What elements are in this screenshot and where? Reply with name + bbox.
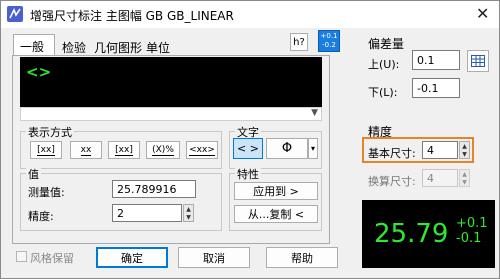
ok-button[interactable]: 确定 bbox=[96, 247, 168, 268]
tab-units[interactable]: 单位 bbox=[140, 36, 176, 56]
preview-upper: +0.1 bbox=[456, 216, 488, 231]
measured-value-field[interactable]: 25.789916 bbox=[112, 180, 196, 198]
cancel-button[interactable]: 取消 bbox=[178, 247, 250, 268]
precision-spinner[interactable]: ▲ ▼ bbox=[183, 204, 194, 222]
window-title: 增强尺寸标注 主图幅 GB GB_LINEAR bbox=[30, 9, 234, 23]
properties-group-title: 特性 bbox=[235, 166, 261, 182]
tolerance-top-label: +0.1 bbox=[320, 32, 338, 40]
tab-geometry[interactable]: 几何图形 bbox=[88, 36, 148, 56]
format-percent-button[interactable]: (X)% bbox=[146, 141, 180, 159]
help-button[interactable]: 帮助 bbox=[266, 247, 338, 268]
format-box-button[interactable]: [xx] bbox=[108, 141, 140, 159]
alt-size-label: 换算尺寸: bbox=[368, 175, 416, 188]
close-icon[interactable]: ✕ bbox=[476, 4, 489, 23]
lower-label: 下(L): bbox=[368, 86, 398, 99]
preview-glyph: <> bbox=[26, 63, 52, 81]
upper-deviation-field[interactable]: 0.1 bbox=[412, 50, 460, 70]
basic-size-field[interactable]: 4 bbox=[422, 141, 458, 159]
app-icon bbox=[7, 6, 23, 22]
style-keep-label: 风格保留 bbox=[30, 252, 74, 265]
upper-label: 上(U): bbox=[368, 58, 400, 71]
tolerance-toggle-button[interactable]: +0.1 -0.2 bbox=[318, 30, 340, 52]
dimension-preview: 25.79 +0.1 -0.1 bbox=[362, 200, 495, 268]
format-group-title: 表示方式 bbox=[26, 124, 74, 140]
preview-lower: -0.1 bbox=[456, 231, 482, 246]
precision-field[interactable]: 2 bbox=[112, 204, 182, 222]
tab-general[interactable]: 一般 bbox=[13, 34, 55, 56]
format-angle-button[interactable]: <xx> bbox=[186, 141, 218, 159]
preview-scrollbar[interactable]: ▼ bbox=[20, 107, 322, 121]
basic-size-label: 基本尺寸: bbox=[368, 147, 416, 160]
basic-size-spinner[interactable]: ▲ ▼ bbox=[459, 141, 470, 159]
alt-size-spinner: ▲ ▼ bbox=[459, 169, 470, 187]
text-preview[interactable]: <> bbox=[20, 57, 322, 107]
value-group-title: 值 bbox=[26, 166, 41, 182]
alt-size-field: 4 bbox=[422, 169, 458, 187]
symbol-dropdown-button[interactable]: ▾ bbox=[308, 138, 318, 159]
measured-label: 测量值: bbox=[28, 186, 65, 199]
precision-label: 精度: bbox=[28, 210, 54, 223]
symbol-button[interactable]: Φ bbox=[266, 138, 308, 159]
apply-to-button[interactable]: 应用到 > bbox=[234, 182, 318, 200]
chevron-down-icon: ▼ bbox=[311, 108, 318, 118]
tolerance-bottom-label: -0.2 bbox=[322, 41, 336, 49]
lower-deviation-field[interactable]: -0.1 bbox=[412, 78, 460, 98]
tolerance-table-button[interactable] bbox=[467, 50, 489, 72]
copy-from-button[interactable]: 从...复制 < bbox=[234, 205, 318, 223]
tolerance-title: 偏差量 bbox=[368, 37, 405, 51]
preview-value: 25.79 bbox=[374, 219, 449, 249]
style-keep-checkbox[interactable] bbox=[16, 251, 27, 262]
format-underline-button[interactable]: xx bbox=[70, 141, 102, 159]
help-toggle-button[interactable]: h? bbox=[290, 33, 308, 51]
table-icon bbox=[471, 55, 485, 67]
tab-inspection[interactable]: 检验 bbox=[56, 36, 92, 56]
insert-text-button[interactable]: < > bbox=[233, 138, 263, 159]
format-bracket-button[interactable]: [xx] bbox=[30, 141, 62, 159]
